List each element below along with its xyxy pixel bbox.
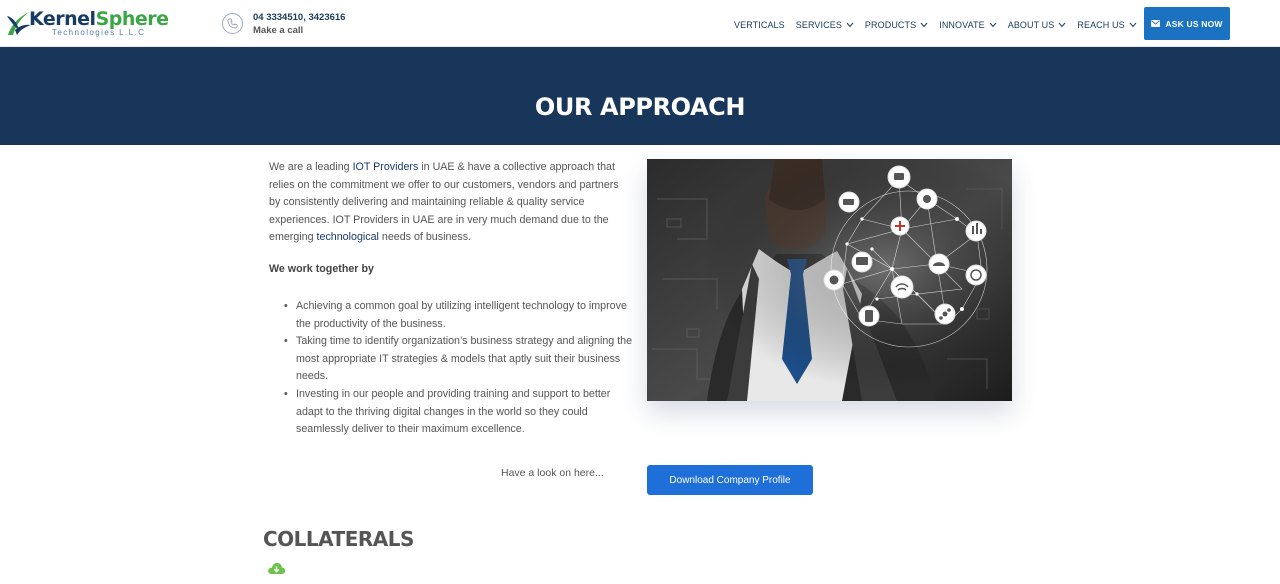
- list-item: Taking time to identify organization’s b…: [284, 333, 636, 386]
- mail-icon: [1151, 20, 1161, 27]
- site-header: KernelSphere Technologies L.L.C 04 33345…: [0, 0, 1280, 47]
- cloud-download-icon[interactable]: [267, 561, 286, 575]
- nav-label: PRODUCTS: [864, 20, 917, 30]
- site-logo[interactable]: KernelSphere Technologies L.L.C: [5, 7, 169, 41]
- nav-item-innovate[interactable]: INNOVATE: [939, 20, 997, 30]
- iot-illustration: [647, 159, 1012, 401]
- logo-wordmark: KernelSphere: [29, 8, 169, 30]
- iot-network-image: [647, 159, 1012, 401]
- nav-label: SERVICES: [795, 20, 842, 30]
- chevron-down-icon: [846, 22, 854, 28]
- nav-label: VERTICALS: [734, 20, 785, 30]
- logo-tagline: Technologies L.L.C: [52, 28, 146, 37]
- intro-paragraph: We are a leading IOT Providers in UAE & …: [269, 159, 631, 247]
- nav-item-verticals[interactable]: VERTICALS: [734, 20, 785, 30]
- list-item: Achieving a common goal by utilizing int…: [284, 298, 636, 333]
- nav-item-services[interactable]: SERVICES: [796, 20, 854, 30]
- download-company-profile-button[interactable]: Download Company Profile: [647, 465, 813, 495]
- nav-item-reach-us[interactable]: REACH US: [1077, 20, 1137, 30]
- phone-number-link[interactable]: 04 3334510, 3423616: [253, 12, 345, 23]
- phone-icon[interactable]: [222, 13, 243, 34]
- ask-us-now-label: ASK US NOW: [1165, 18, 1223, 29]
- cta-text: Have a look on here...: [501, 467, 604, 479]
- work-together-heading: We work together by: [269, 263, 374, 275]
- nav-item-products[interactable]: PRODUCTS: [865, 20, 928, 30]
- chevron-down-icon: [989, 22, 997, 28]
- iot-providers-link[interactable]: IOT Providers: [353, 161, 419, 173]
- page-title: OUR APPROACH: [534, 93, 746, 121]
- nav-label: INNOVATE: [939, 20, 985, 30]
- chevron-down-icon: [1129, 22, 1137, 28]
- technological-link[interactable]: technological: [317, 231, 379, 243]
- intro-text: We are a leading: [269, 161, 353, 173]
- approach-points-list: Achieving a common goal by utilizing int…: [284, 298, 636, 439]
- page-banner: OUR APPROACH: [0, 47, 1280, 145]
- ask-us-now-button[interactable]: ASK US NOW: [1144, 7, 1230, 40]
- nav-item-about-us[interactable]: ABOUT US: [1008, 20, 1067, 30]
- chevron-down-icon: [920, 22, 928, 28]
- nav-label: REACH US: [1077, 20, 1125, 30]
- phone-contact: 04 3334510, 3423616 Make a call: [222, 12, 382, 38]
- main-nav: VERTICALS SERVICES PRODUCTS INNOVATE ABO…: [734, 18, 1148, 32]
- logo-brand-part1: Kernel: [29, 8, 96, 30]
- intro-text: needs of business.: [378, 231, 472, 244]
- list-item: Investing in our people and providing tr…: [284, 386, 636, 439]
- chevron-down-icon: [1058, 22, 1066, 28]
- phone-note: Make a call: [253, 25, 304, 36]
- logo-brand-part2: Sphere: [95, 8, 169, 30]
- collaterals-heading: COLLATERALS: [263, 527, 414, 551]
- nav-label: ABOUT US: [1007, 20, 1055, 30]
